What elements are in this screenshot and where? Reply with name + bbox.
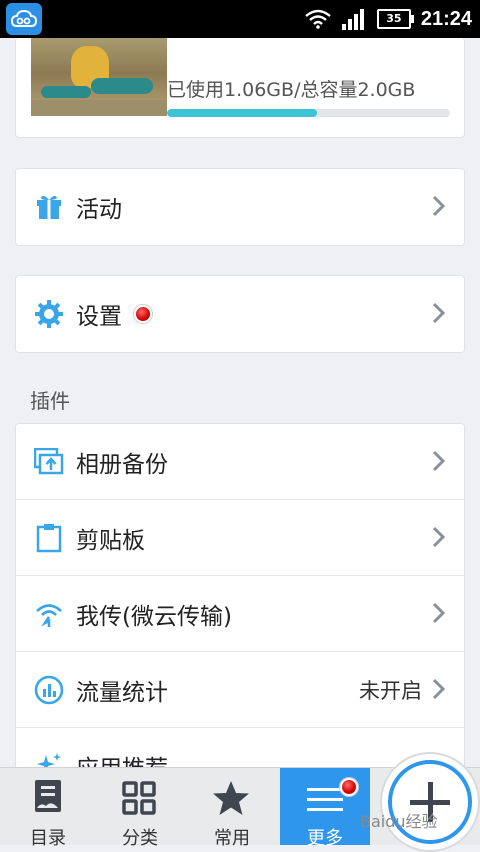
tab-more[interactable]: 更多: [280, 768, 370, 849]
settings-card: 设置: [15, 275, 465, 353]
storage-usage-text: 已使用1.06GB/总容量2.0GB: [167, 79, 416, 101]
plugins-card: 相册备份 剪贴板 我传(微云传输) 流量统计 未开启: [15, 423, 465, 767]
plugin-item-clipboard[interactable]: 剪贴板: [16, 500, 464, 576]
chevron-right-icon: [432, 602, 446, 624]
tab-label: 分类: [122, 828, 158, 849]
weiyun-cloud-icon: [6, 3, 42, 35]
activity-card: 活动: [15, 168, 465, 246]
avatar: [31, 38, 167, 116]
chevron-right-icon: [432, 526, 446, 548]
storage-progress-bar: [167, 109, 450, 117]
chevron-right-icon: [432, 678, 446, 700]
wifi-icon: [305, 9, 331, 29]
tab-category[interactable]: 分类: [94, 768, 186, 849]
plugin-item-label: 我传(微云传输): [76, 603, 232, 630]
storage-progress-fill: [167, 109, 317, 117]
bar-chart-icon: [34, 675, 64, 705]
status-bar: 35 21:24: [0, 0, 480, 38]
directory-icon: [35, 780, 61, 812]
menu-item-activity[interactable]: 活动: [16, 169, 464, 245]
menu-item-settings[interactable]: 设置: [16, 276, 464, 352]
menu-icon: [307, 788, 343, 811]
menu-item-label: 活动: [76, 197, 122, 223]
tab-label: 更多: [307, 828, 343, 849]
wireless-transfer-icon: [34, 599, 64, 629]
menu-item-label: 设置: [76, 304, 122, 330]
plugin-item-transfer[interactable]: 我传(微云传输): [16, 576, 464, 652]
grid-icon: [122, 781, 156, 815]
plugin-item-photo-backup[interactable]: 相册备份: [16, 424, 464, 500]
chevron-right-icon: [432, 302, 446, 324]
storage-card[interactable]: 已使用1.06GB/总容量2.0GB: [15, 38, 465, 138]
gear-icon: [34, 299, 64, 329]
plugin-item-label: 流量统计: [76, 679, 168, 706]
photo-backup-icon: [34, 447, 64, 477]
signal-icon: [341, 9, 364, 30]
add-button[interactable]: [380, 752, 480, 852]
plugin-item-label: 相册备份: [76, 451, 168, 478]
chevron-right-icon: [432, 195, 446, 217]
gift-icon: [34, 192, 64, 222]
star-icon: [213, 781, 249, 815]
tab-label: 常用: [214, 828, 250, 849]
tab-label: 目录: [30, 828, 66, 849]
tab-favorites[interactable]: 常用: [186, 768, 278, 849]
plugin-item-app-recommend[interactable]: 应用推荐: [16, 728, 464, 767]
notification-dot: [134, 305, 152, 323]
battery-icon: 35: [376, 9, 414, 29]
plugin-item-traffic-stats[interactable]: 流量统计 未开启: [16, 652, 464, 728]
tab-directory[interactable]: 目录: [2, 768, 94, 849]
status-text: 未开启: [359, 678, 422, 703]
clock: 21:24: [420, 7, 472, 30]
plugin-item-label: 剪贴板: [76, 527, 145, 554]
plugin-item-label: 应用推荐: [76, 749, 168, 767]
notification-dot: [340, 778, 358, 796]
watermark: Baidu经验: [360, 812, 438, 831]
sparkle-icon: [34, 751, 64, 767]
chevron-right-icon: [432, 450, 446, 472]
section-title-plugins: 插件: [30, 389, 70, 413]
clipboard-icon: [34, 523, 64, 553]
